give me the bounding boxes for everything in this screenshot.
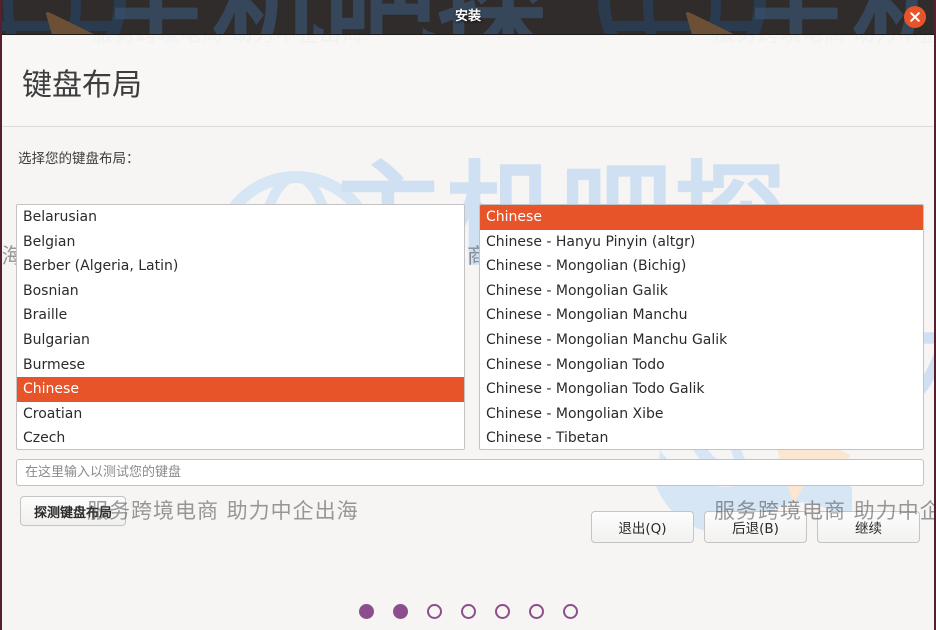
variant-list-item[interactable]: Chinese - Hanyu Pinyin (altgr) bbox=[480, 230, 923, 255]
variant-list-item[interactable]: Chinese - Mongolian Manchu Galik bbox=[480, 328, 923, 353]
layout-list-item[interactable]: Bosnian bbox=[17, 279, 464, 304]
keyboard-test-input[interactable] bbox=[16, 459, 924, 486]
variant-list-item[interactable]: Chinese - Mongolian Xibe bbox=[480, 402, 923, 427]
variant-list[interactable]: Chinese Chinese - Hanyu Pinyin (altgr) Chi… bbox=[479, 204, 924, 450]
variant-list-item[interactable]: Chinese - Mongolian (Bichig) bbox=[480, 254, 923, 279]
detect-keyboard-button[interactable]: 探测键盘布局 bbox=[20, 496, 127, 526]
close-icon-glyph bbox=[910, 12, 920, 22]
layout-list-item[interactable]: Berber (Algeria, Latin) bbox=[17, 254, 464, 279]
variant-list-item[interactable]: Chinese - Mongolian Manchu bbox=[480, 303, 923, 328]
variant-list-item[interactable]: Chinese bbox=[480, 205, 923, 230]
layout-list-item[interactable]: Croatian bbox=[17, 402, 464, 427]
progress-dot-2[interactable] bbox=[392, 604, 408, 619]
layout-list-item[interactable]: Belgian bbox=[17, 230, 464, 255]
progress-dot-1[interactable] bbox=[358, 604, 374, 619]
close-icon[interactable] bbox=[904, 6, 926, 28]
layout-list-item[interactable]: Czech bbox=[17, 426, 464, 449]
keyboard-layout-selectors: Belarusian Belgian Berber (Algeria, Latin)… bbox=[16, 204, 924, 450]
progress-dot-3[interactable] bbox=[426, 604, 442, 619]
variant-list-item[interactable]: Chinese - Tibetan bbox=[480, 426, 923, 449]
progress-dot-7[interactable] bbox=[562, 604, 578, 619]
page-header: 键盘布局 bbox=[2, 34, 934, 127]
back-button[interactable]: 后退(B) bbox=[704, 511, 807, 543]
layout-list-item[interactable]: Bulgarian bbox=[17, 328, 464, 353]
page-title: 键盘布局 bbox=[22, 68, 142, 103]
progress-dot-6[interactable] bbox=[528, 604, 544, 619]
variant-list-item[interactable]: Chinese - Mongolian Todo Galik bbox=[480, 377, 923, 402]
layout-list-item[interactable]: Braille bbox=[17, 303, 464, 328]
select-layout-label: 选择您的键盘布局： bbox=[18, 151, 140, 167]
progress-dot-4[interactable] bbox=[460, 604, 476, 619]
progress-dots bbox=[2, 604, 934, 619]
action-buttons: 退出(Q) 后退(B) 继续 bbox=[591, 511, 920, 543]
window-title: 安装 bbox=[454, 9, 481, 24]
quit-button[interactable]: 退出(Q) bbox=[591, 511, 694, 543]
window-titlebar[interactable]: 主机吧探 主机吧探 安装 bbox=[2, 0, 934, 35]
layout-list-item[interactable]: Burmese bbox=[17, 353, 464, 378]
layout-list-item[interactable]: Chinese bbox=[17, 377, 464, 402]
layout-list[interactable]: Belarusian Belgian Berber (Algeria, Latin)… bbox=[16, 204, 465, 450]
installer-window: 主机吧探 主机吧探 服务跨境电商 助力中企出海 服务跨境电商 助力中企出海 服务… bbox=[0, 0, 936, 630]
progress-dot-5[interactable] bbox=[494, 604, 510, 619]
installer-content: 键盘布局 选择您的键盘布局： Belarusian Belgian Berber (… bbox=[2, 34, 934, 630]
continue-button[interactable]: 继续 bbox=[817, 511, 920, 543]
variant-list-item[interactable]: Chinese - Mongolian Galik bbox=[480, 279, 923, 304]
layout-list-item[interactable]: Belarusian bbox=[17, 205, 464, 230]
variant-list-item[interactable]: Chinese - Mongolian Todo bbox=[480, 353, 923, 378]
